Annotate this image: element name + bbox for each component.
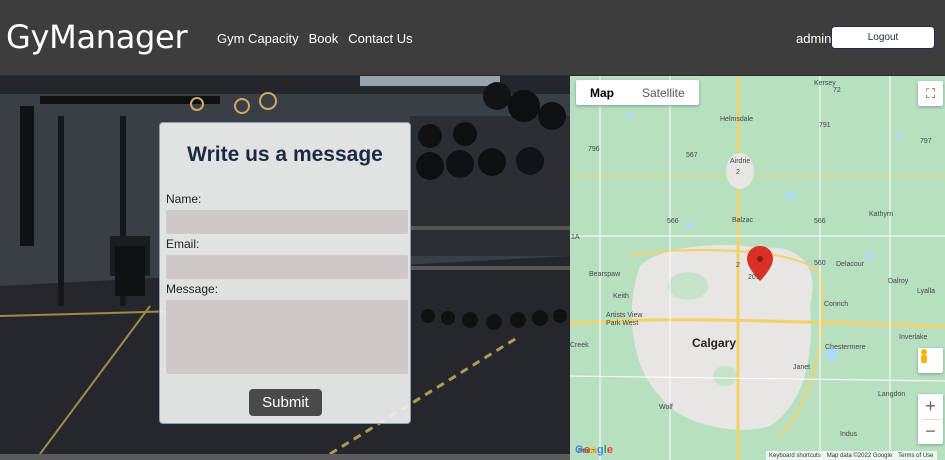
road-shield: 2: [736, 262, 740, 269]
google-map[interactable]: Kersey Helmsdale Airdrie Balzac Kathyrn …: [570, 76, 945, 460]
pegman-icon[interactable]: [918, 348, 943, 373]
email-label: Email:: [166, 237, 200, 251]
footer-strip: [0, 454, 570, 460]
map-place-label: Chestermere: [825, 344, 866, 351]
nav-links: Gym Capacity Book Contact Us: [217, 31, 413, 46]
map-place-label: Creek: [570, 342, 589, 349]
road-shield: 72: [833, 87, 841, 94]
road-shield: 797: [920, 138, 932, 145]
road-shield: 791: [819, 122, 831, 129]
road-shield: 796: [588, 146, 600, 153]
logout-button[interactable]: Logout: [831, 26, 935, 49]
email-input[interactable]: [166, 255, 408, 279]
submit-button[interactable]: Submit: [249, 389, 322, 416]
map-place-label: Conrich: [824, 301, 849, 308]
map-place-label: Delacour: [836, 261, 865, 268]
map-city-label: Calgary: [692, 336, 737, 350]
zoom-out-icon[interactable]: −: [918, 420, 943, 445]
road-shield: 201: [748, 274, 760, 281]
map-place-label: Kersey: [814, 80, 836, 87]
nav-link-gym-capacity[interactable]: Gym Capacity: [217, 31, 299, 46]
map-type-control: Map Satellite: [576, 80, 699, 105]
map-place-label: Inverlake: [899, 334, 928, 341]
map-place-label: Helmsdale: [720, 116, 754, 123]
map-tiles: [570, 76, 945, 460]
map-place-label: Keith: [613, 293, 629, 300]
road-shield: 566: [814, 218, 826, 225]
top-navbar: GyManager Gym Capacity Book Contact Us a…: [0, 0, 945, 76]
map-type-satellite-button[interactable]: Satellite: [628, 80, 699, 105]
map-place-label: Wolf: [659, 404, 673, 411]
road-shield: 566: [667, 218, 679, 225]
map-place-label: Indus: [840, 431, 858, 438]
map-place-label: Balzac: [732, 217, 754, 224]
contact-form-card: Write us a message Name: Email: Message:…: [159, 122, 411, 424]
road-shield: 567: [686, 152, 698, 159]
zoom-control: + −: [918, 394, 943, 444]
map-place-label: Bearspaw: [589, 271, 621, 278]
map-place-label: Langdon: [878, 391, 906, 398]
terms-of-use-link[interactable]: Terms of Use: [898, 453, 933, 459]
fullscreen-icon[interactable]: ⛶: [918, 81, 943, 106]
nav-link-contact-us[interactable]: Contact Us: [348, 31, 412, 46]
map-place-label: Airdrie: [730, 158, 751, 165]
zoom-in-icon[interactable]: +: [918, 394, 943, 419]
contact-form-title: Write us a message: [187, 143, 383, 166]
keyboard-shortcuts-link[interactable]: Keyboard shortcuts: [769, 453, 821, 459]
brand-logo[interactable]: GyManager: [6, 18, 188, 56]
map-place-label: Artists View Park West: [606, 312, 643, 327]
gym-hero-image: Write us a message Name: Email: Message:…: [0, 76, 570, 454]
message-label: Message:: [166, 282, 219, 296]
map-place-label: Dalroy: [888, 278, 909, 285]
road-shield: 2: [736, 169, 740, 176]
nav-link-book[interactable]: Book: [309, 31, 339, 46]
road-shield: 1A: [571, 234, 580, 241]
road-shield: 560: [814, 260, 826, 267]
map-data-attribution: Map data ©2022 Google: [826, 452, 893, 459]
message-textarea[interactable]: [166, 300, 408, 374]
map-type-map-button[interactable]: Map: [576, 80, 628, 105]
map-place-label: Janet: [793, 364, 811, 371]
map-footer: Keyboard shortcuts Map data ©2022 Google…: [766, 451, 937, 460]
name-label: Name:: [166, 192, 202, 206]
map-place-label: Lyalla: [917, 288, 936, 295]
map-place-label: Kathyrn: [869, 211, 894, 218]
name-input[interactable]: [166, 210, 408, 234]
google-logo[interactable]: Google: [575, 444, 613, 456]
current-user: admin: [796, 31, 832, 46]
